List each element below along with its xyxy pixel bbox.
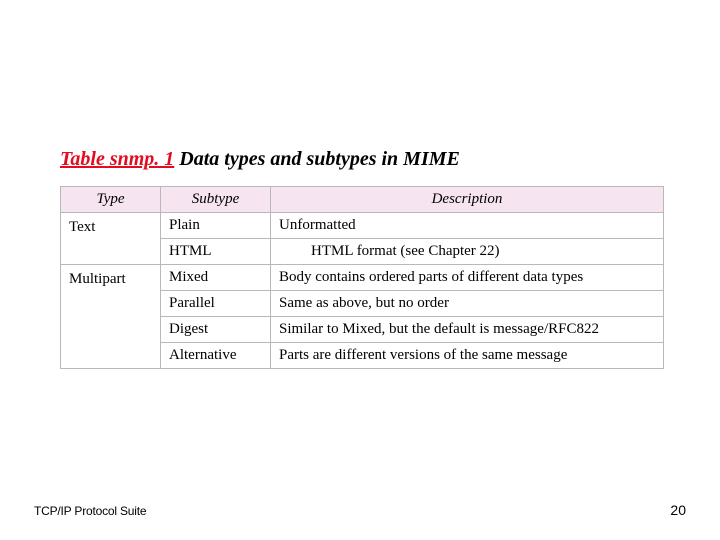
cell-subtype: Alternative [161,343,271,369]
cell-description: Similar to Mixed, but the default is mes… [271,317,664,343]
table-reference: Table snmp. 1 [60,148,174,170]
cell-subtype: Plain [161,213,271,239]
cell-type: Text [61,213,161,265]
col-header-description: Description [271,187,664,213]
cell-subtype: Digest [161,317,271,343]
table-header-row: Type Subtype Description [61,187,664,213]
footer-text: TCP/IP Protocol Suite [34,504,146,518]
cell-description: Unformatted [271,213,664,239]
cell-subtype: Mixed [161,265,271,291]
page-number: 20 [670,502,686,518]
mime-types-table: Type Subtype Description Text Plain Unfo… [60,186,664,369]
cell-description: HTML format (see Chapter 22) [271,239,664,265]
cell-description: Same as above, but no order [271,291,664,317]
cell-description: Body contains ordered parts of different… [271,265,664,291]
title-text: Data types and subtypes in MIME [174,148,460,170]
col-header-type: Type [61,187,161,213]
slide-title: Table snmp. 1 Data types and subtypes in… [60,148,460,171]
mime-table-container: Type Subtype Description Text Plain Unfo… [60,186,664,369]
slide: Table snmp. 1 Data types and subtypes in… [0,0,720,540]
col-header-subtype: Subtype [161,187,271,213]
table-row: Multipart Mixed Body contains ordered pa… [61,265,664,291]
cell-subtype: Parallel [161,291,271,317]
table-row: Text Plain Unformatted [61,213,664,239]
cell-description: Parts are different versions of the same… [271,343,664,369]
cell-type: Multipart [61,265,161,369]
cell-subtype: HTML [161,239,271,265]
